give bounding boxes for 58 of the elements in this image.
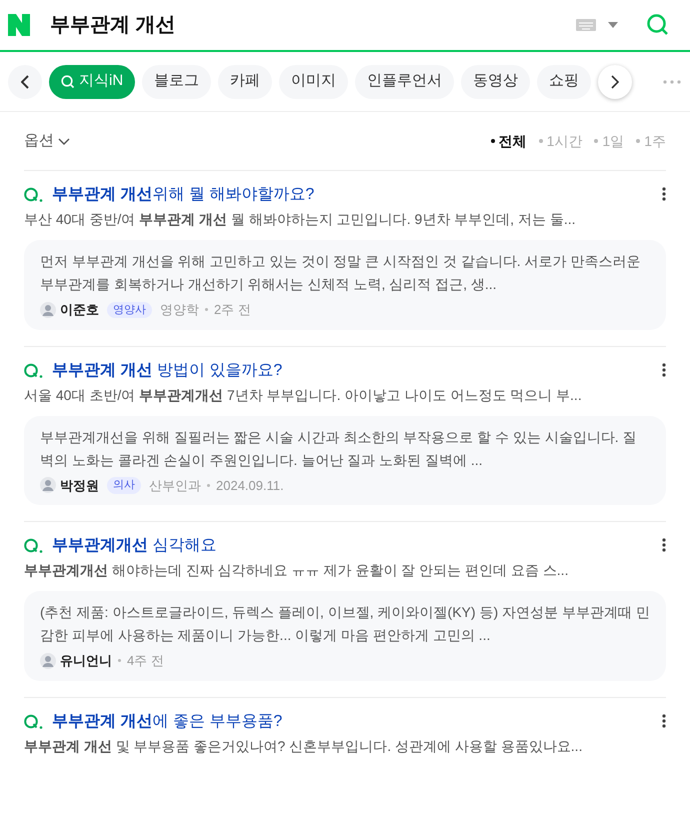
question-title[interactable]: 부부관계 개선에 좋은 부부용품? (52, 710, 282, 734)
author-name[interactable]: 박정원 (60, 476, 99, 495)
options-button[interactable]: 옵션 (24, 130, 70, 152)
bullet-icon (538, 139, 543, 143)
search-tab[interactable]: 이미지 (279, 64, 348, 98)
question-snippet: 부부관계개선 해야하는데 진짜 심각하네요 ㅠㅠ 제가 윤활이 잘 안되는 편인데 요즘 스... (24, 561, 570, 580)
question-icon (24, 714, 44, 730)
question-snippet: 서울 40대 초반/여 부부관계개선 7년차 부부입니다. 아이낳고 나이도 어느정도 먹으니 부... (24, 386, 583, 404)
answer-card[interactable]: 부부관계개선을 위해 질필러는 짧은 시술 시간과 최소한의 부작용으로 할 수 있는 시술입니다. 질 벽의 노화는 콜라겐 손실이 주원인입니다. 늘어난 질과 노화된 질벽에 ... 박정원 의사 산부인과 2024.09.11. (24, 416, 666, 505)
search-tab[interactable]: 인플루언서 (355, 64, 454, 98)
answer-text: (추천 제품: 아스트로글라이드, 듀렉스 플레이, 이브젤, 케이와이젤(KY) 등) 자연성분 부부관계때 민감한 피부에 사용하는 제품이니 가능한... 이렇게 마음 편안하게 고민의 ... (40, 603, 650, 645)
expert-tag: 영양사 (107, 302, 152, 318)
expert-tag: 의사 (107, 477, 141, 494)
caret-icon[interactable] (608, 22, 618, 28)
answer-card[interactable]: (추천 제품: 아스트로글라이드, 듀렉스 플레이, 이브젤, 케이와이젤(KY) 등) 자연성분 부부관계때 민감한 피부에 사용하는 제품이니 가능한... 이렇게 마음 편안하게 고민의 ... 유니언니 4주 전 (24, 591, 666, 680)
search-query[interactable]: 부부관계 개선 (50, 10, 176, 40)
answer-time: 4주 전 (127, 652, 164, 670)
question-title[interactable]: 부부관계개선 심각해요 (52, 534, 216, 558)
avatar-icon (40, 477, 56, 494)
author-name[interactable]: 이준호 (60, 300, 99, 320)
answer-time: 2주 전 (214, 301, 251, 319)
separator-dot-icon (205, 308, 208, 312)
chevron-down-icon (58, 138, 70, 144)
answer-text: 먼저 부부관계 개선을 위해 고민하고 있는 것이 정말 큰 시작점인 것 같습니다. 서로가 만족스러운 부부관계를 회복하거나 개선하기 위해서는 신체적 노력, 심리적 접근, 생... (40, 252, 642, 294)
separator-dot-icon (118, 659, 121, 662)
question-icon (24, 538, 44, 554)
scroll-right-button[interactable] (598, 64, 632, 98)
expert-field: 영양학 (160, 300, 199, 320)
search-tab[interactable]: 카페 (218, 64, 272, 98)
more-icon[interactable] (662, 538, 666, 552)
chevron-left-icon (21, 74, 29, 88)
search-tab[interactable]: 쇼핑 (537, 64, 592, 98)
period-filter[interactable]: 전체 (490, 130, 527, 152)
search-icon (61, 74, 75, 88)
question-title[interactable]: 부부관계 개선 방법이 있을까요? (52, 358, 282, 382)
search-tab[interactable]: 블로그 (142, 64, 212, 98)
scroll-left-button[interactable] (8, 64, 42, 98)
question-snippet: 부산 40대 중반/여 부부관계 개선 뭘 해봐야하는지 고민입니다. 9년차 부부인데, 저는 둘... (24, 210, 576, 229)
answer-card[interactable]: 먼저 부부관계 개선을 위해 고민하고 있는 것이 정말 큰 시작점인 것 같습니다. 서로가 만족스러운 부부관계를 회복하거나 개선하기 위해서는 신체적 노력, 심리적 접근, 생... 이준호 영양사 영양학 2주 전 (24, 240, 666, 330)
question-title[interactable]: 부부관계 개선위해 뭘 해봐야할까요? (52, 183, 314, 207)
more-icon[interactable] (662, 714, 666, 728)
avatar-icon (40, 302, 56, 318)
bullet-icon (636, 139, 640, 143)
bullet-icon (594, 139, 598, 143)
answer-text: 부부관계개선을 위해 질필러는 짧은 시술 시간과 최소한의 부작용으로 할 수 있는 시술입니다. 질 벽의 노화는 콜라겐 손실이 주원인입니다. 늘어난 질과 노화된 질벽에 ... (40, 428, 638, 470)
question-icon (24, 362, 44, 378)
question-icon (24, 187, 44, 203)
more-icon[interactable] (662, 362, 666, 376)
more-icon[interactable] (662, 187, 666, 201)
avatar-icon (40, 652, 56, 669)
search-tab[interactable]: 동영상 (461, 64, 530, 98)
author-name[interactable]: 유니언니 (60, 651, 112, 670)
question-snippet: 부부관계 개선 및 부부용품 좋은거있나여? 신혼부부입니다. 성관계에 사용할 용품있나요... (24, 736, 584, 756)
chevron-right-icon (611, 74, 620, 88)
answer-time: 2024.09.11. (216, 476, 284, 494)
expert-field: 산부인과 (149, 476, 201, 495)
separator-dot-icon (207, 484, 210, 487)
bullet-icon (490, 139, 495, 143)
